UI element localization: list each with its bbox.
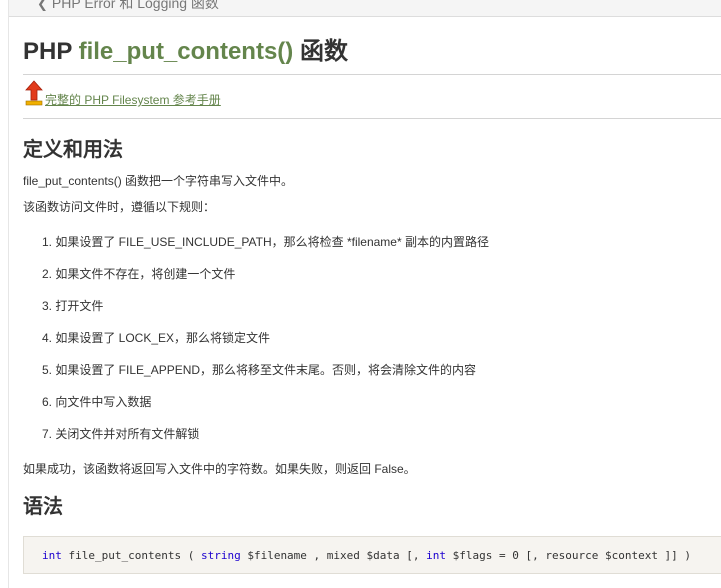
code-keyword-int: int xyxy=(42,549,62,562)
list-item: 6. 向文件中写入数据 xyxy=(42,395,152,409)
syntax-heading: 语法 xyxy=(23,496,63,518)
syntax-code-block: int file_put_contents ( string $filename… xyxy=(23,536,721,574)
code-params-2: $flags = 0 [, resource $context ]] ) xyxy=(446,549,692,562)
title-function-name: file_put_contents() xyxy=(78,38,294,65)
list-item: 7. 关闭文件并对所有文件解锁 xyxy=(42,427,200,441)
previous-page-link[interactable]: ❮ PHP Error 和 Logging 函数 xyxy=(37,0,219,13)
code-keyword-string: string xyxy=(200,549,241,562)
page-title: PHP file_put_contents() 函数 xyxy=(23,31,348,66)
definition-heading: 定义和用法 xyxy=(23,139,123,161)
page-left-border xyxy=(8,0,9,588)
list-item: 4. 如果设置了 LOCK_EX，那么将锁定文件 xyxy=(42,331,271,345)
arrow-up-icon[interactable] xyxy=(24,80,44,106)
code-keyword-int-flags: int xyxy=(426,549,447,562)
definition-intro: file_put_contents() 函数把一个字符串写入文件中。 xyxy=(23,174,294,188)
code-params-1: $filename , mixed $data [, xyxy=(240,549,427,562)
previous-page-label: PHP Error 和 Logging 函数 xyxy=(51,0,219,11)
filesystem-reference-link[interactable]: 完整的 PHP Filesystem 参考手册 xyxy=(45,91,221,108)
top-navigation-bar: ❮ PHP Error 和 Logging 函数 xyxy=(9,0,721,17)
title-suffix: 函数 xyxy=(299,38,348,65)
list-item: 1. 如果设置了 FILE_USE_INCLUDE_PATH，那么将检查 *fi… xyxy=(42,235,489,249)
title-divider xyxy=(23,74,721,75)
rules-intro: 该函数访问文件时，遵循以下规则： xyxy=(23,200,216,214)
title-prefix: PHP xyxy=(23,38,72,65)
list-item: 3. 打开文件 xyxy=(42,299,104,313)
chevron-left-icon: ❮ xyxy=(37,0,48,11)
return-value-note: 如果成功，该函数将返回写入文件中的字符数。如果失败，则返回 False。 xyxy=(23,462,416,476)
reference-divider xyxy=(23,118,721,119)
list-item: 2. 如果文件不存在，将创建一个文件 xyxy=(42,267,236,281)
list-item: 5. 如果设置了 FILE_APPEND，那么将移至文件末尾。否则，将会清除文件… xyxy=(42,363,477,377)
syntax-code-line: int file_put_contents ( string $filename… xyxy=(42,549,691,562)
code-function-name: file_put_contents ( xyxy=(61,549,201,562)
